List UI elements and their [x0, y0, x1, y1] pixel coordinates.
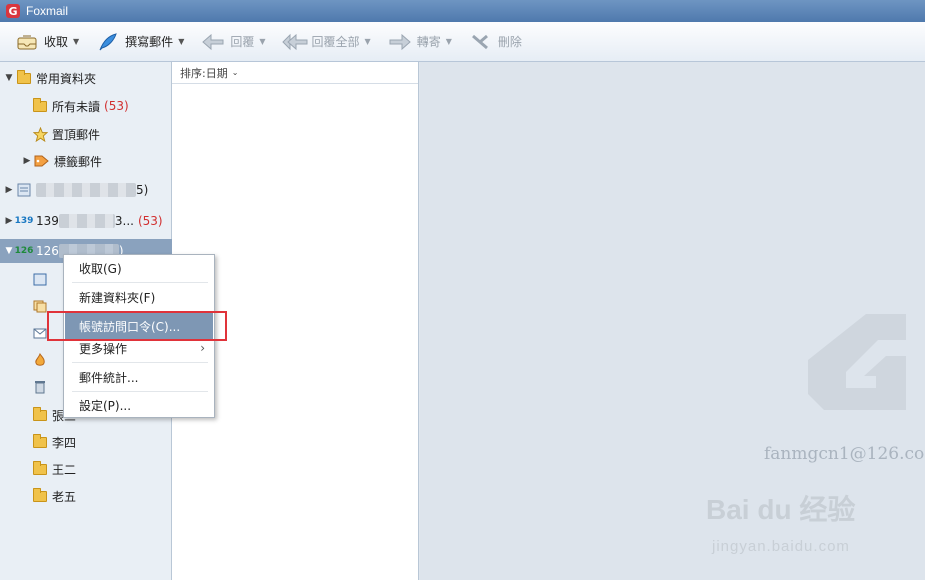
- feather-pen-icon: [95, 31, 121, 53]
- menu-item-receive[interactable]: 收取(G): [65, 255, 213, 281]
- collapse-arrow-icon[interactable]: ▼: [4, 246, 14, 256]
- reply-button[interactable]: 回覆 ▼: [200, 27, 266, 57]
- mail-account-icon: [16, 183, 32, 197]
- menu-item-new-folder[interactable]: 新建資料夾(F): [65, 284, 213, 310]
- toolbar: 收取 ▼ 撰寫郵件 ▼ 回覆 ▼ 回覆全部 ▼ 轉寄 ▼ 刪除: [0, 22, 925, 62]
- fire-icon: [32, 353, 48, 367]
- baidu-watermark-url: jingyan.baidu.com: [712, 538, 850, 555]
- sidebar-item-account-139[interactable]: ▶ 139 139 3... (53): [0, 209, 172, 233]
- sidebar-item-folder-lisi[interactable]: 李四: [0, 430, 172, 454]
- star-icon: [32, 126, 48, 142]
- chevron-down-icon: ⌄: [231, 68, 239, 77]
- receive-button[interactable]: 收取 ▼: [14, 27, 79, 57]
- sort-selector[interactable]: 排序:日期 ⌄: [172, 62, 418, 84]
- expand-arrow-icon[interactable]: ▶: [22, 156, 32, 166]
- chevron-down-icon[interactable]: ▼: [73, 37, 79, 46]
- chevron-down-icon[interactable]: ▼: [178, 37, 184, 46]
- unread-count: (53): [104, 99, 129, 113]
- expand-arrow-icon[interactable]: ▼: [4, 73, 14, 83]
- blurred-account-name: [36, 183, 136, 197]
- chevron-down-icon[interactable]: ▼: [446, 37, 452, 46]
- compose-button[interactable]: 撰寫郵件 ▼: [95, 27, 184, 57]
- blurred-account-name: [58, 214, 115, 228]
- title-bar: G Foxmail: [0, 0, 925, 22]
- reply-all-arrow-icon: [281, 31, 308, 53]
- menu-divider: [72, 362, 208, 363]
- foxmail-logo-icon: G: [6, 4, 20, 18]
- chevron-down-icon[interactable]: ▼: [365, 37, 371, 46]
- folder-icon: [32, 487, 48, 503]
- sidebar-item-all-unread[interactable]: 所有未讀 (53): [0, 94, 172, 118]
- highlight-annotation-box: [47, 311, 227, 341]
- trash-can-icon: [32, 380, 48, 394]
- delete-x-icon: [468, 31, 494, 53]
- sidebar-item-folder-laowu[interactable]: 老五: [0, 484, 172, 508]
- expand-arrow-icon[interactable]: ▶: [4, 216, 14, 226]
- envelope-icon: [32, 326, 48, 340]
- sidebar-item-common-folders[interactable]: ▼ 常用資料夾: [0, 66, 172, 90]
- menu-divider: [72, 282, 208, 283]
- sidebar-item-folder-wanger[interactable]: 王二: [0, 457, 172, 481]
- 126-mail-icon: 126: [14, 246, 34, 256]
- foxmail-watermark-logo-icon: [808, 314, 906, 410]
- folder-icon: [16, 69, 32, 85]
- delete-button[interactable]: 刪除: [468, 27, 522, 57]
- window-title: Foxmail: [26, 4, 69, 18]
- 139-mail-icon: 139: [14, 216, 34, 226]
- folder-icon: [32, 97, 48, 113]
- folder-icon: [32, 433, 48, 449]
- baidu-watermark-logo: Bai du 经验: [706, 494, 856, 525]
- sidebar-item-starred[interactable]: 置頂郵件: [0, 122, 172, 146]
- sidebar-item-tagged[interactable]: ▶ 標籤郵件: [0, 149, 172, 173]
- menu-item-settings[interactable]: 設定(P)...: [65, 392, 213, 418]
- sidebar-item-account-1[interactable]: ▶ 5): [0, 178, 172, 202]
- tag-icon: [34, 154, 50, 168]
- unread-count: (53): [137, 214, 163, 228]
- submenu-arrow-icon: ›: [200, 341, 205, 355]
- inbox-tray-icon: [14, 31, 40, 53]
- forward-arrow-icon: [387, 31, 413, 53]
- expand-arrow-icon[interactable]: ▶: [4, 185, 14, 195]
- menu-item-mail-statistics[interactable]: 郵件統計...: [65, 364, 213, 390]
- drafts-icon: [32, 299, 48, 313]
- inbox-icon: [32, 272, 48, 286]
- folder-icon: [32, 406, 48, 422]
- account-email: fanmgcn1@126.co: [764, 444, 925, 464]
- reply-all-button[interactable]: 回覆全部 ▼: [281, 27, 371, 57]
- reply-arrow-icon: [200, 31, 226, 53]
- folder-icon: [32, 460, 48, 476]
- forward-button[interactable]: 轉寄 ▼: [387, 27, 452, 57]
- chevron-down-icon[interactable]: ▼: [259, 37, 265, 46]
